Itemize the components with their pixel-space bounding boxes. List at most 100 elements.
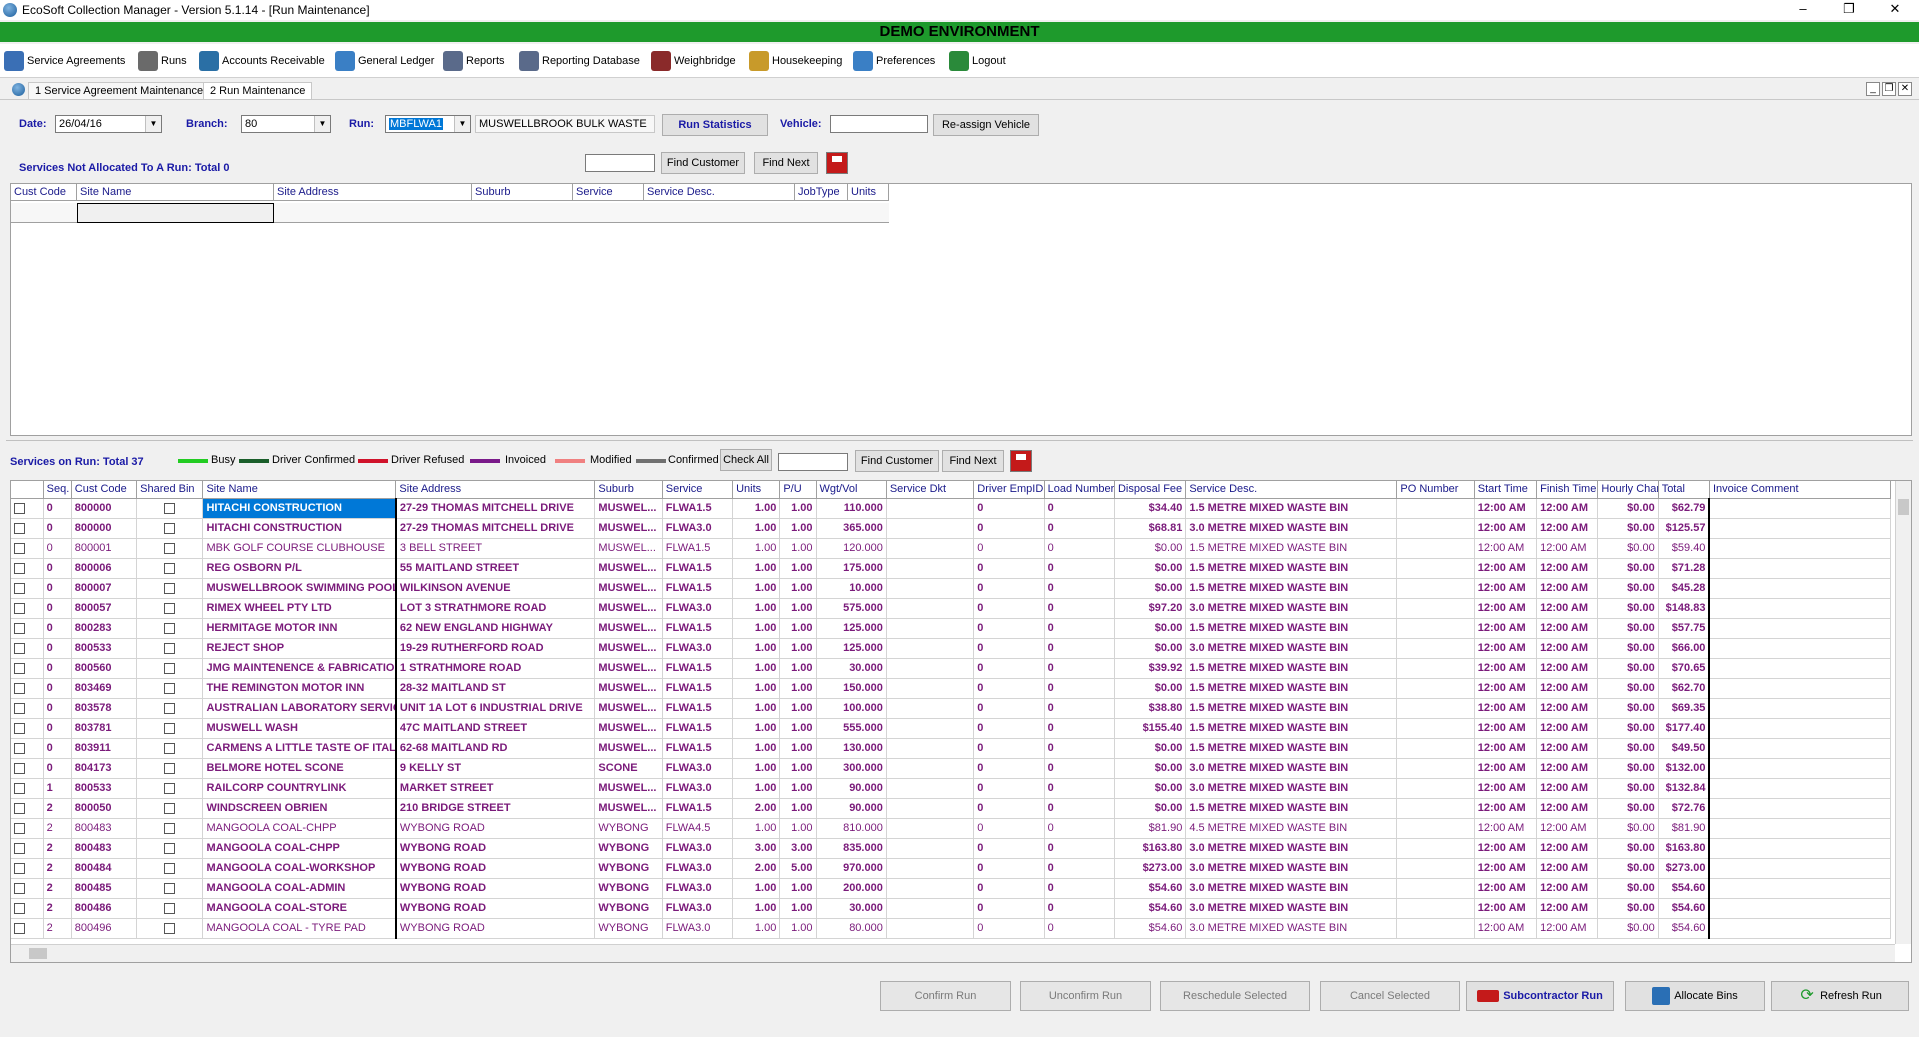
suburb-cell[interactable]: MUSWEL... — [594, 798, 663, 819]
load-number-cell[interactable]: 0 — [1044, 538, 1115, 559]
invoice-comment-cell[interactable] — [1709, 618, 1892, 639]
mdi-close-button[interactable]: ✕ — [1898, 82, 1912, 96]
service-dkt-cell[interactable] — [886, 598, 975, 619]
shared-bin-cell[interactable] — [136, 538, 204, 559]
pu-cell[interactable]: 1.00 — [779, 498, 817, 519]
finish-time-cell[interactable]: 12:00 AM — [1536, 738, 1599, 759]
service-dkt-cell[interactable] — [886, 878, 975, 899]
table-row[interactable]: 2 800486 MANGOOLA COAL-STORE WYBONG ROAD WYB… — [11, 898, 1892, 919]
col-site-address[interactable]: Site Address — [274, 184, 472, 201]
po-number-cell[interactable] — [1396, 898, 1475, 919]
invoice-comment-cell[interactable] — [1709, 578, 1892, 599]
pu-cell[interactable]: 1.00 — [779, 778, 817, 799]
total-cell[interactable]: $54.60 — [1658, 878, 1711, 899]
service-cell[interactable]: FLWA1.5 — [662, 718, 734, 739]
invoice-comment-cell[interactable] — [1709, 538, 1892, 559]
wgt-vol-cell[interactable]: 120.000 — [816, 538, 887, 559]
seq-cell[interactable]: 2 — [43, 878, 72, 899]
service-dkt-cell[interactable] — [886, 838, 975, 859]
service-desc-cell[interactable]: 1.5 METRE MIXED WASTE BIN — [1185, 658, 1398, 679]
start-time-cell[interactable]: 12:00 AM — [1474, 518, 1538, 539]
total-cell[interactable]: $59.40 — [1658, 538, 1711, 559]
cust-code-cell[interactable]: 800533 — [71, 638, 138, 659]
disposal-fee-cell[interactable]: $0.00 — [1114, 798, 1187, 819]
row-checkbox[interactable] — [14, 522, 25, 534]
pu-cell[interactable]: 1.00 — [779, 718, 817, 739]
shared-bin-checkbox[interactable] — [164, 922, 176, 934]
row-checkbox[interactable] — [14, 602, 25, 614]
hourly-charge-cell[interactable]: $0.00 — [1597, 598, 1659, 619]
pu-cell[interactable]: 1.00 — [779, 618, 817, 639]
hourly-charge-cell[interactable]: $0.00 — [1597, 718, 1659, 739]
col-service[interactable]: Service — [662, 481, 734, 499]
site-address-cell[interactable]: 47C MAITLAND STREET — [395, 718, 596, 739]
table-row[interactable]: 2 800496 MANGOOLA COAL - TYRE PAD WYBONG RO… — [11, 918, 1892, 939]
finish-time-cell[interactable]: 12:00 AM — [1536, 518, 1599, 539]
site-address-cell[interactable]: WILKINSON AVENUE — [395, 578, 596, 599]
col-service-desc[interactable]: Service Desc. — [644, 184, 795, 201]
total-cell[interactable]: $177.40 — [1658, 718, 1711, 739]
pu-cell[interactable]: 3.00 — [779, 838, 817, 859]
service-desc-cell[interactable]: 3.0 METRE MIXED WASTE BIN — [1185, 858, 1398, 879]
invoice-comment-cell[interactable] — [1709, 558, 1892, 579]
row-select-cell[interactable] — [11, 838, 44, 859]
suburb-cell[interactable]: WYBONG — [594, 918, 663, 939]
seq-cell[interactable]: 0 — [43, 758, 72, 779]
suburb-cell[interactable]: MUSWEL... — [594, 778, 663, 799]
po-number-cell[interactable] — [1396, 858, 1475, 879]
vehicle-input[interactable] — [830, 115, 928, 133]
suburb-cell[interactable]: MUSWEL... — [594, 498, 663, 519]
shared-bin-checkbox[interactable] — [164, 842, 176, 854]
po-number-cell[interactable] — [1396, 618, 1475, 639]
hourly-charge-cell[interactable]: $0.00 — [1597, 758, 1659, 779]
branch-select[interactable]: 80 ▼ — [241, 115, 331, 133]
invoice-comment-cell[interactable] — [1709, 878, 1892, 899]
total-cell[interactable]: $62.79 — [1658, 498, 1711, 519]
service-dkt-cell[interactable] — [886, 678, 975, 699]
po-number-cell[interactable] — [1396, 838, 1475, 859]
table-row[interactable]: 2 800483 MANGOOLA COAL-CHPP WYBONG ROAD WYBO… — [11, 818, 1892, 839]
invoice-comment-cell[interactable] — [1709, 638, 1892, 659]
disposal-fee-cell[interactable]: $155.40 — [1114, 718, 1187, 739]
total-cell[interactable]: $66.00 — [1658, 638, 1711, 659]
suburb-cell[interactable]: MUSWEL... — [594, 618, 663, 639]
load-number-cell[interactable]: 0 — [1044, 878, 1115, 899]
vertical-scrollbar[interactable] — [1895, 481, 1911, 944]
pu-cell[interactable]: 1.00 — [779, 818, 817, 839]
wgt-vol-cell[interactable]: 30.000 — [816, 898, 887, 919]
seq-cell[interactable]: 0 — [43, 518, 72, 539]
units-cell[interactable]: 1.00 — [732, 698, 781, 719]
start-time-cell[interactable]: 12:00 AM — [1474, 878, 1538, 899]
units-cell[interactable]: 1.00 — [732, 498, 781, 519]
load-number-cell[interactable]: 0 — [1044, 838, 1115, 859]
service-cell[interactable]: FLWA4.5 — [662, 818, 734, 839]
wgt-vol-cell[interactable]: 30.000 — [816, 658, 887, 679]
site-address-cell[interactable]: 1 STRATHMORE ROAD — [395, 658, 596, 679]
units-cell[interactable]: 1.00 — [732, 878, 781, 899]
service-cell[interactable]: FLWA3.0 — [662, 838, 734, 859]
start-time-cell[interactable]: 12:00 AM — [1474, 678, 1538, 699]
pu-cell[interactable]: 1.00 — [779, 798, 817, 819]
finish-time-cell[interactable]: 12:00 AM — [1536, 718, 1599, 739]
pu-cell[interactable]: 5.00 — [779, 858, 817, 879]
service-dkt-cell[interactable] — [886, 518, 975, 539]
cust-code-cell[interactable]: 800496 — [71, 918, 138, 939]
shared-bin-checkbox[interactable] — [164, 662, 176, 674]
row-checkbox[interactable] — [14, 882, 25, 894]
start-time-cell[interactable]: 12:00 AM — [1474, 658, 1538, 679]
unallocated-search-input[interactable] — [585, 154, 655, 172]
shared-bin-checkbox[interactable] — [164, 522, 176, 534]
load-number-cell[interactable]: 0 — [1044, 618, 1115, 639]
col-finish-time[interactable]: Finish Time — [1536, 481, 1599, 499]
cust-code-cell[interactable]: 800483 — [71, 838, 138, 859]
shared-bin-checkbox[interactable] — [164, 702, 176, 714]
service-desc-cell[interactable]: 4.5 METRE MIXED WASTE BIN — [1185, 818, 1398, 839]
site-address-cell[interactable]: 27-29 THOMAS MITCHELL DRIVE — [395, 498, 596, 519]
service-dkt-cell[interactable] — [886, 498, 975, 519]
col-site-name[interactable]: Site Name — [202, 481, 397, 499]
table-row[interactable]: 2 800484 MANGOOLA COAL-WORKSHOP WYBONG ROAD… — [11, 858, 1892, 879]
driver-empid-cell[interactable]: 0 — [973, 858, 1045, 879]
total-cell[interactable]: $71.28 — [1658, 558, 1711, 579]
driver-empid-cell[interactable]: 0 — [973, 498, 1045, 519]
table-row[interactable]: 0 800001 MBK GOLF COURSE CLUBHOUSE 3 BELL S… — [11, 538, 1892, 559]
